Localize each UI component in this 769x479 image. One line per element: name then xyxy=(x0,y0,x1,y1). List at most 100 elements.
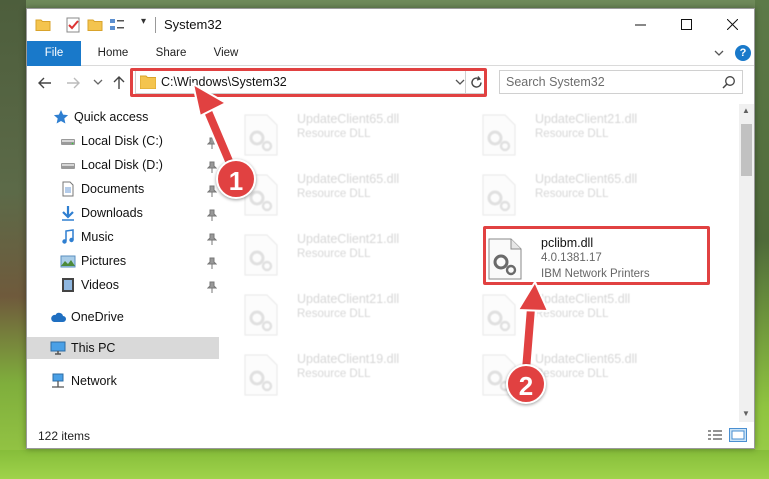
network-icon xyxy=(52,373,64,388)
file-tile[interactable]: UpdateClient65.dll Resource DLL xyxy=(233,168,463,222)
pin-icon[interactable] xyxy=(207,257,217,269)
sidebar-item-label: Local Disk (D:) xyxy=(81,158,163,172)
recent-locations-chevron-down-icon[interactable] xyxy=(93,77,103,87)
step-1-badge: 1 xyxy=(216,159,256,199)
file-name: UpdateClient21.dll xyxy=(535,112,638,126)
close-button[interactable] xyxy=(709,9,755,39)
file-description: Resource DLL xyxy=(535,188,609,200)
folder-icon xyxy=(35,19,51,31)
dll-file-icon xyxy=(244,234,278,276)
pin-icon[interactable] xyxy=(207,209,217,221)
file-description: Resource DLL xyxy=(297,128,371,140)
pictures-icon xyxy=(60,255,76,268)
maximize-button[interactable] xyxy=(663,9,709,39)
file-tile[interactable]: UpdateClient65.dll Resource DLL xyxy=(471,168,701,222)
computer-icon xyxy=(50,341,66,355)
vertical-scrollbar[interactable]: ▲ ▼ xyxy=(739,104,754,422)
back-arrow-icon[interactable] xyxy=(37,75,53,91)
file-tile[interactable]: UpdateClient5.dll Resource DLL xyxy=(471,288,701,342)
search-input[interactable] xyxy=(506,74,716,90)
pin-icon[interactable] xyxy=(207,161,217,173)
sidebar-item-local-disk-c[interactable]: Local Disk (C:) xyxy=(27,130,221,152)
new-folder-icon[interactable] xyxy=(87,17,103,33)
pin-icon[interactable] xyxy=(207,137,217,149)
sidebar-item-label: Quick access xyxy=(74,110,149,124)
item-count: 122 items xyxy=(38,429,91,443)
scroll-thumb[interactable] xyxy=(741,124,752,176)
window-title: System32 xyxy=(164,17,222,32)
pin-icon[interactable] xyxy=(207,281,217,293)
sidebar-item-network[interactable]: Network xyxy=(27,370,221,392)
file-tile[interactable]: UpdateClient65.dll Resource DLL xyxy=(233,108,463,162)
desktop-background-left xyxy=(0,0,26,479)
sidebar-item-videos[interactable]: Videos xyxy=(27,274,221,296)
sidebar-item-documents[interactable]: Documents xyxy=(27,178,221,200)
file-description: Resource DLL xyxy=(535,308,609,320)
properties-icon[interactable] xyxy=(65,17,81,33)
search-box xyxy=(499,70,743,94)
file-description: Resource DLL xyxy=(297,188,371,200)
close-icon xyxy=(726,18,738,30)
tab-view[interactable]: View xyxy=(201,41,251,66)
dll-file-icon xyxy=(482,174,516,216)
file-tile[interactable]: UpdateClient21.dll Resource DLL xyxy=(233,228,463,282)
dll-file-icon xyxy=(244,114,278,156)
expand-ribbon-icon[interactable] xyxy=(713,47,725,59)
large-icons-view-button[interactable] xyxy=(729,428,747,442)
file-description: Resource DLL xyxy=(297,248,371,260)
file-name: UpdateClient5.dll xyxy=(535,292,631,306)
step-2-badge: 2 xyxy=(506,364,546,404)
desktop-background-right xyxy=(755,0,769,479)
sidebar-item-label: Downloads xyxy=(81,206,143,220)
sidebar-item-onedrive[interactable]: OneDrive xyxy=(27,306,221,328)
sidebar-item-label: Documents xyxy=(81,182,145,196)
file-name: UpdateClient19.dll xyxy=(297,352,400,366)
dll-file-icon xyxy=(482,294,516,336)
star-icon xyxy=(53,110,69,124)
file-tile[interactable]: UpdateClient21.dll Resource DLL xyxy=(233,288,463,342)
file-name: UpdateClient21.dll xyxy=(297,232,400,246)
sidebar-item-pictures[interactable]: Pictures xyxy=(27,250,221,272)
drive-icon xyxy=(61,163,75,169)
file-tile[interactable]: UpdateClient19.dll Resource DLL xyxy=(233,348,463,402)
pin-icon[interactable] xyxy=(207,185,217,197)
downloads-icon xyxy=(62,206,74,221)
details-view-icon[interactable] xyxy=(707,429,723,442)
sidebar-item-this-pc[interactable]: This PC xyxy=(27,337,219,359)
drive-icon xyxy=(61,139,75,145)
title-separator xyxy=(155,17,156,33)
pin-icon[interactable] xyxy=(207,233,217,245)
file-name: UpdateClient21.dll xyxy=(297,292,400,306)
forward-arrow-icon[interactable] xyxy=(65,75,81,91)
tab-share[interactable]: Share xyxy=(145,41,197,66)
file-tile[interactable]: UpdateClient65.dll Resource DLL xyxy=(471,348,701,402)
music-icon xyxy=(62,229,74,244)
sidebar-item-quick-access[interactable]: Quick access xyxy=(27,106,221,128)
sidebar-item-label: This PC xyxy=(71,341,116,355)
file-name: UpdateClient65.dll xyxy=(535,172,638,186)
tab-home[interactable]: Home xyxy=(85,41,141,66)
minimize-icon xyxy=(634,24,646,25)
help-icon[interactable]: ? xyxy=(735,45,751,61)
scroll-down-arrow-icon[interactable]: ▼ xyxy=(742,409,750,418)
scroll-up-arrow-icon[interactable]: ▲ xyxy=(742,106,750,115)
sidebar-item-downloads[interactable]: Downloads xyxy=(27,202,221,224)
sidebar-item-music[interactable]: Music xyxy=(27,226,221,248)
up-arrow-icon[interactable] xyxy=(111,75,127,91)
tab-file[interactable]: File xyxy=(27,41,81,66)
customize-toolbar-icon[interactable] xyxy=(109,17,125,33)
sidebar-item-label: Network xyxy=(71,374,117,388)
sidebar-item-label: Music xyxy=(81,230,114,244)
quick-access-toolbar-dropdown[interactable]: ▾ xyxy=(141,16,146,27)
minimize-button[interactable] xyxy=(617,9,663,39)
search-icon[interactable] xyxy=(722,75,736,89)
title-bar: ▾ System32 xyxy=(27,9,754,41)
highlight-pclibm-file xyxy=(483,226,710,285)
file-description: Resource DLL xyxy=(535,128,609,140)
tiles-view-icon xyxy=(731,430,745,440)
highlight-address-bar xyxy=(130,68,487,97)
sidebar-item-local-disk-d[interactable]: Local Disk (D:) xyxy=(27,154,221,176)
ribbon-tabs: File Home Share View ? xyxy=(27,41,754,66)
sidebar-item-label: Pictures xyxy=(81,254,127,268)
file-tile[interactable]: UpdateClient21.dll Resource DLL xyxy=(471,108,701,162)
